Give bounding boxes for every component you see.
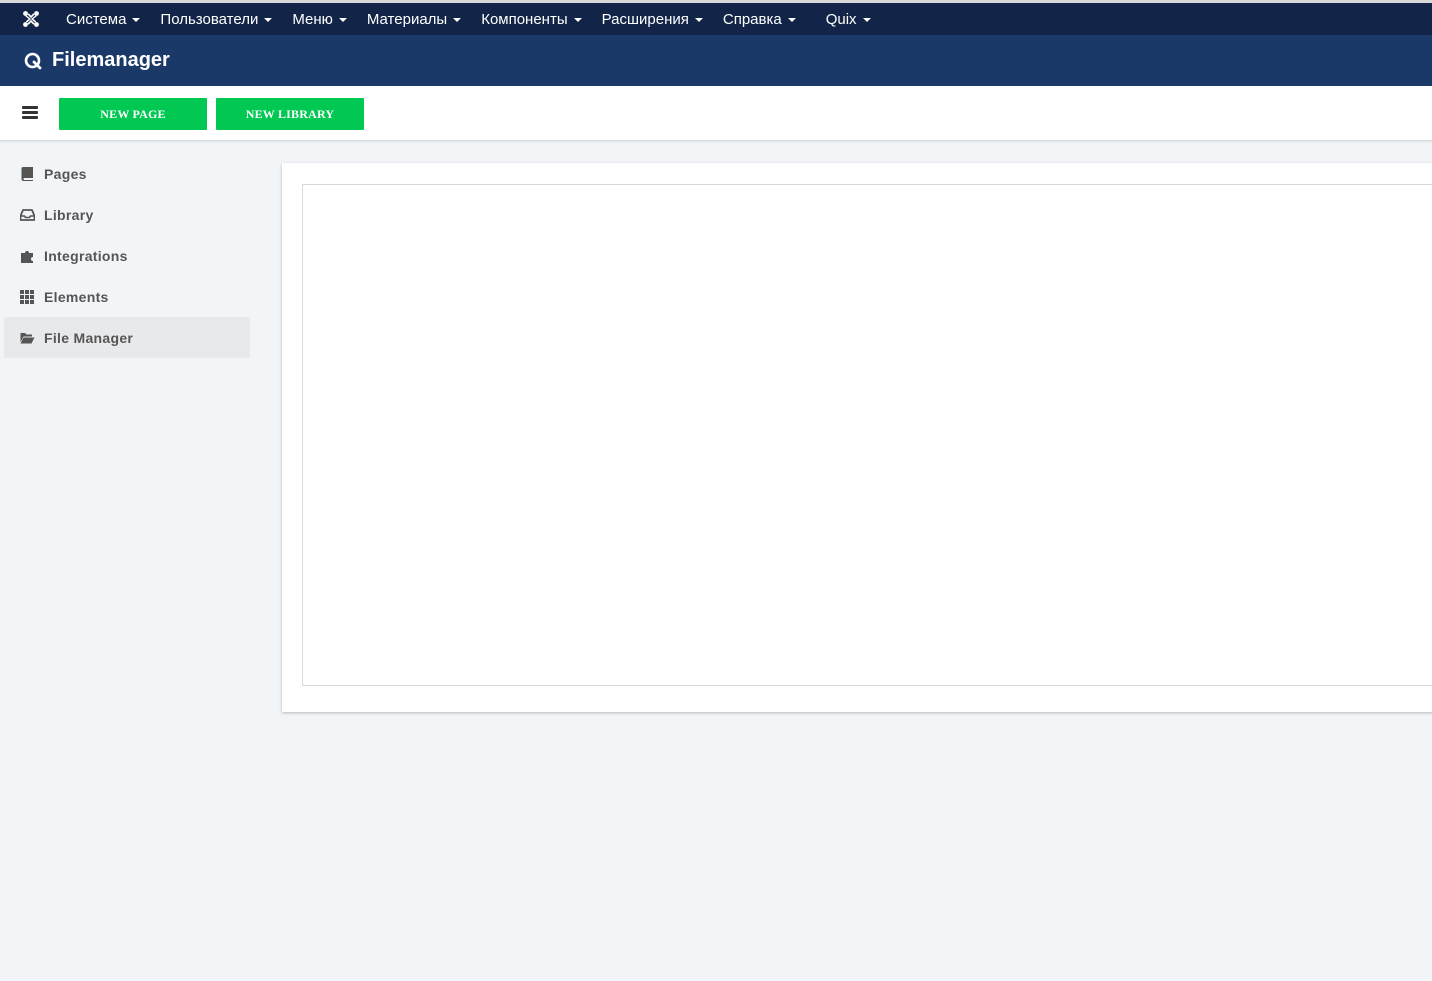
- sidebar-item-integrations[interactable]: Integrations: [4, 235, 250, 276]
- menu-label: Система: [66, 10, 127, 28]
- caret-down-icon: [264, 18, 273, 22]
- menu-label: Материалы: [366, 10, 448, 28]
- caret-down-icon: [573, 18, 582, 22]
- sidebar-item-pages[interactable]: Pages: [4, 153, 250, 194]
- menu-users[interactable]: Пользователи: [150, 3, 282, 35]
- menu-extensions[interactable]: Расширения: [592, 3, 713, 35]
- menu-system[interactable]: Система: [56, 3, 150, 35]
- hamburger-icon[interactable]: [22, 106, 38, 121]
- quix-icon: [22, 50, 44, 72]
- book-icon: [19, 166, 35, 182]
- menu-label: Компоненты: [481, 10, 568, 28]
- file-manager-panel: [282, 163, 1432, 712]
- sidebar-item-library[interactable]: Library: [4, 194, 250, 235]
- file-manager-frame[interactable]: [302, 184, 1432, 686]
- page-title: Filemanager: [52, 49, 170, 71]
- menu-quix[interactable]: Quix: [816, 3, 881, 35]
- new-library-button[interactable]: NEW LIBRARY: [216, 98, 364, 130]
- menu-label: Пользователи: [160, 10, 259, 28]
- menu-help[interactable]: Справка: [713, 3, 806, 35]
- new-page-button[interactable]: NEW PAGE: [59, 98, 207, 130]
- caret-down-icon: [787, 18, 796, 22]
- caret-down-icon: [453, 18, 462, 22]
- sidebar: Pages Library Integrations Elements File…: [4, 153, 250, 358]
- page-header: Filemanager: [0, 35, 1432, 86]
- puzzle-icon: [19, 248, 35, 264]
- caret-down-icon: [132, 18, 141, 22]
- menu-components[interactable]: Компоненты: [471, 3, 591, 35]
- caret-down-icon: [338, 18, 347, 22]
- menu-label: Справка: [722, 10, 782, 28]
- caret-down-icon: [862, 18, 871, 22]
- menu-menus[interactable]: Меню: [282, 3, 357, 35]
- menu-label: Расширения: [601, 10, 689, 28]
- folder-open-icon: [19, 330, 35, 346]
- grid-icon: [19, 289, 35, 305]
- sidebar-item-label: Integrations: [44, 247, 128, 264]
- joomla-icon[interactable]: [12, 3, 50, 35]
- sidebar-item-label: File Manager: [44, 329, 134, 346]
- sidebar-item-file-manager[interactable]: File Manager: [4, 317, 250, 358]
- sidebar-item-label: Library: [44, 206, 94, 223]
- caret-down-icon: [694, 18, 703, 22]
- sidebar-item-elements[interactable]: Elements: [4, 276, 250, 317]
- menu-label: Quix: [825, 10, 857, 28]
- toolbar: NEW PAGE NEW LIBRARY: [0, 86, 1432, 141]
- menu-label: Меню: [292, 10, 333, 28]
- inbox-icon: [19, 207, 35, 223]
- menu-content[interactable]: Материалы: [357, 3, 471, 35]
- sidebar-item-label: Elements: [44, 288, 109, 305]
- top-menu-bar: Система Пользователи Меню Материалы Комп…: [0, 0, 1432, 35]
- sidebar-item-label: Pages: [44, 165, 87, 182]
